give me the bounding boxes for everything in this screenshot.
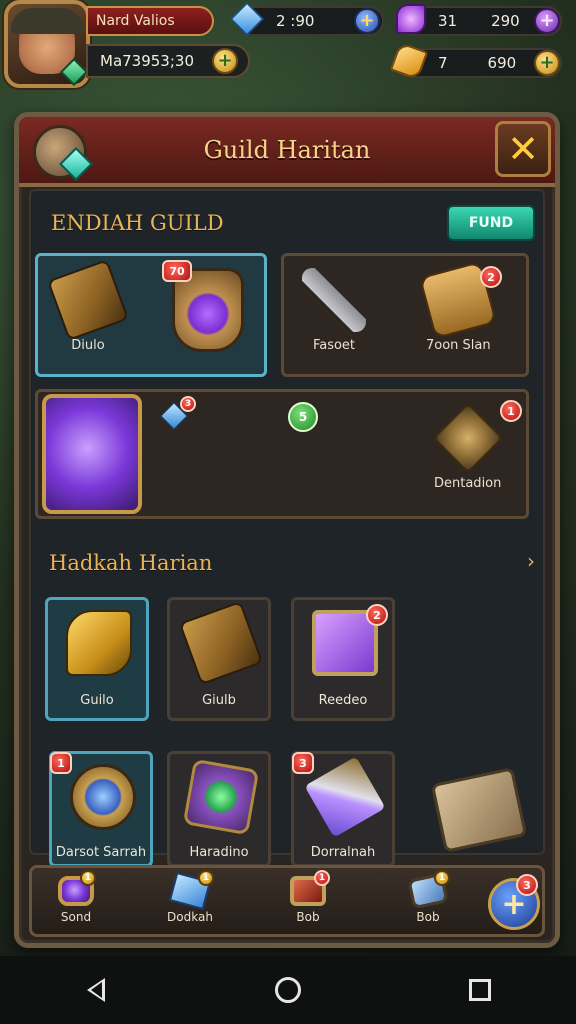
fund-button[interactable]: FUND: [447, 205, 535, 241]
blue-gem-count: 2 :90: [276, 12, 315, 30]
nav-home-button[interactable]: [258, 960, 318, 1020]
harian-tile-guilo[interactable]: Guilo: [45, 597, 149, 721]
power-value: Ma73953;30: [100, 52, 194, 70]
bottom-item-bob-2-label: Bob: [416, 910, 440, 924]
panel-title: Guild Haritan: [203, 136, 371, 164]
rune-badge: 5: [288, 402, 318, 432]
sond-badge: 1: [80, 870, 96, 886]
guild-panel: Guild Haritan ✕ ENDIAH GUILD FUND Diulo …: [14, 112, 560, 948]
bottom-item-dodkah-label: Dodkah: [167, 910, 213, 924]
axe-icon: [66, 610, 132, 676]
avatar-hat: [11, 8, 83, 34]
guild-item-fasoet[interactable]: Fasoet: [302, 268, 366, 353]
guild-featured-card[interactable]: [42, 394, 142, 514]
back-triangle-icon: [87, 978, 105, 1002]
sword-icon: [302, 268, 366, 332]
nav-recents-button[interactable]: [450, 960, 510, 1020]
harian-section-title: Hadkah Harian: [49, 551, 213, 575]
harian-tile-giulb-label: Giulb: [202, 693, 236, 708]
gold-count-left: 7: [438, 54, 448, 72]
harian-tile-guilo-label: Guilo: [80, 693, 114, 708]
add-blue-gem-button[interactable]: +: [354, 8, 380, 34]
harian-tile-dorralnah-label: Dorralnah: [310, 845, 376, 860]
bottom-item-bob-1-label: Bob: [296, 910, 320, 924]
bottom-item-bob-1[interactable]: Bob: [268, 876, 348, 924]
hammer-icon: [46, 258, 130, 342]
emblem-gem-icon: [59, 147, 93, 181]
add-power-button[interactable]: +: [212, 48, 238, 74]
purple-crystal-icon: [396, 4, 426, 34]
guild-emblem-icon: [33, 125, 93, 181]
harian-tile-dorralnah[interactable]: Dorralnah 3: [291, 751, 395, 867]
nav-back-button[interactable]: [66, 960, 126, 1020]
shard-badge: 3: [180, 396, 196, 412]
add-slot-badge: 3: [516, 874, 538, 896]
bob-1-badge: 1: [314, 870, 330, 886]
guild-section-title: ENDIAH GUILD: [51, 211, 224, 235]
rune-tablet-icon: [182, 758, 260, 836]
compass-icon: [431, 401, 504, 475]
purple-gem-total: 290: [491, 12, 520, 30]
dagger-icon: [304, 756, 386, 838]
bottom-item-bob-2[interactable]: Bob: [388, 872, 468, 924]
panel-content: ENDIAH GUILD FUND Diulo 70 Fasoet 7oon S…: [29, 189, 545, 867]
player-avatar[interactable]: [4, 0, 90, 88]
bottom-item-sond-label: Sond: [60, 910, 92, 924]
bottom-item-sond[interactable]: Sond: [36, 876, 116, 924]
darsot-sarrah-badge: 1: [50, 752, 72, 774]
bottom-item-dodkah[interactable]: Dodkah: [150, 871, 230, 924]
harian-tile-haradino-label: Haradino: [189, 845, 249, 860]
top-hud: Nard Valios Ma73953;30 + 2 :90 + 31 290 …: [0, 0, 576, 100]
add-purple-gem-button[interactable]: +: [534, 8, 560, 34]
war-hammer-icon: [178, 600, 264, 686]
harian-tile-haradino[interactable]: Haradino: [167, 751, 271, 867]
guild-item-dentadion-label: Dentadion: [434, 476, 502, 491]
panel-bottom-bar: Sond 1 Dodkah 1 Bob 1 Bob 1 + 3: [29, 865, 545, 937]
magic-card-icon: [42, 394, 142, 514]
guild-item-dentadion[interactable]: Dentadion: [431, 401, 504, 491]
purple-gem-count: 31: [438, 12, 458, 30]
add-gold-button[interactable]: +: [534, 50, 560, 76]
guild-slot-wide[interactable]: 3 5 Dentadion 1: [35, 389, 529, 519]
recents-square-icon: [469, 979, 491, 1001]
guild-item-fasoet-label: Fasoet: [312, 338, 356, 353]
guild-left-badge: 70: [162, 260, 192, 282]
guild-slot-left[interactable]: Diulo 70: [35, 253, 267, 377]
player-name: Nard Valios: [86, 6, 214, 36]
guild-slot-right[interactable]: Fasoet 7oon Slan 2: [281, 253, 529, 377]
dodkah-badge: 1: [198, 870, 214, 886]
system-nav-bar: [0, 956, 576, 1024]
home-circle-icon: [275, 977, 301, 1003]
bob-2-badge: 1: [434, 870, 450, 886]
panel-title-bar: Guild Haritan ✕: [19, 117, 555, 187]
guild-item-diulo-label: Diulo: [71, 338, 105, 353]
harian-tile-reedeo-label: Reedeo: [318, 693, 368, 708]
harian-tile-darsot-sarrah-label: Darsot Sarrah: [55, 845, 147, 860]
harian-tile-darsot-sarrah[interactable]: Darsot Sarrah 1: [49, 751, 153, 867]
dentadion-badge: 1: [500, 400, 522, 422]
gold-count-right: 690: [487, 54, 517, 72]
dorralnah-badge: 3: [292, 752, 314, 774]
amulet-icon: [70, 764, 136, 830]
guild-item-7oon-slan-label: 7oon Slan: [426, 338, 491, 353]
harian-tile-reedeo[interactable]: Reedeo 2: [291, 597, 395, 721]
reedeo-badge: 2: [366, 604, 388, 626]
harian-tile-giulb[interactable]: Giulb: [167, 597, 271, 721]
guild-item-diulo[interactable]: Diulo: [46, 258, 130, 353]
chevron-right-icon[interactable]: ›: [527, 549, 535, 573]
close-button[interactable]: ✕: [495, 121, 551, 177]
guild-right-badge: 2: [480, 266, 502, 288]
treasure-crate-icon[interactable]: [430, 767, 528, 853]
